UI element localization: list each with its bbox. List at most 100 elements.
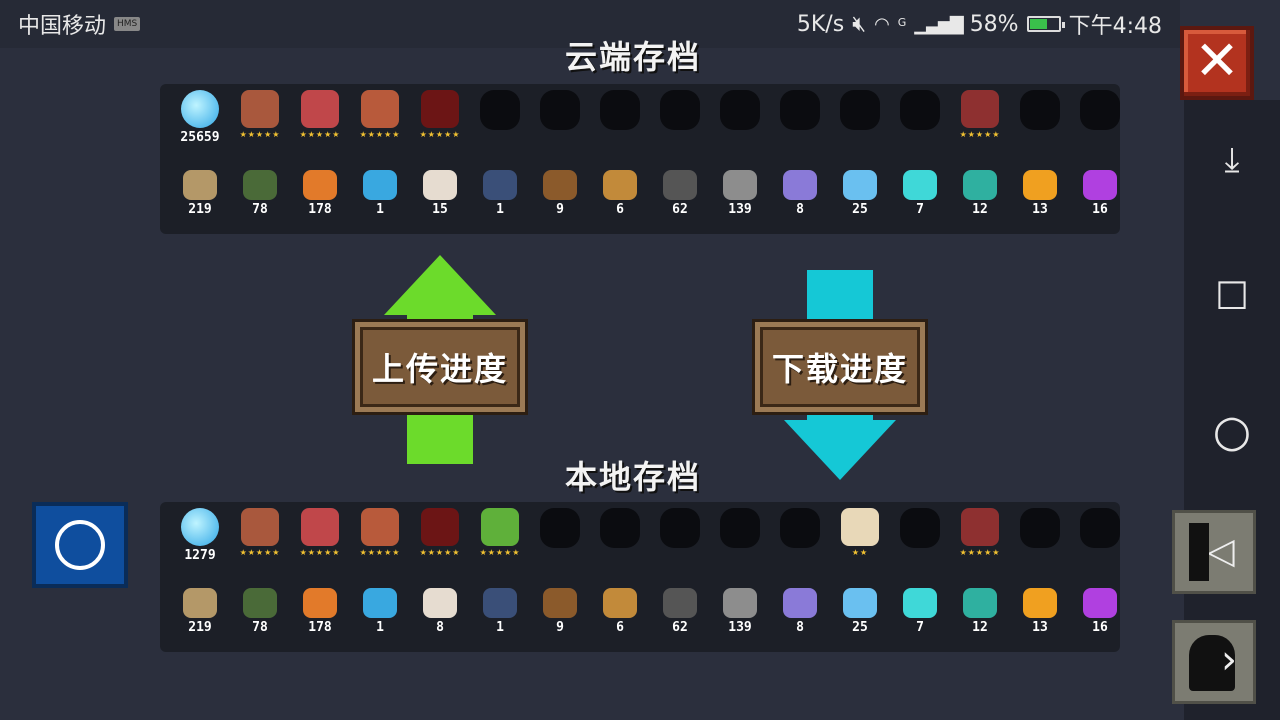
material-slot: 139 <box>710 168 770 228</box>
wizard-character-icon <box>361 508 399 546</box>
character-slot <box>650 506 710 566</box>
hms-badge: HMS <box>114 17 141 31</box>
material-slot: 139 <box>710 586 770 646</box>
material-slot: 16 <box>1070 586 1130 646</box>
material-slot: 8 <box>770 168 830 228</box>
side-pet-button[interactable]: › <box>1172 620 1256 704</box>
fabric-material-icon <box>423 588 457 618</box>
character-slot <box>890 506 950 566</box>
character-slot: ★★★★★ <box>410 88 470 148</box>
recent-apps-icon[interactable]: ☐ <box>1210 274 1254 318</box>
character-stars: ★★ <box>851 548 869 557</box>
material-count: 78 <box>252 620 268 635</box>
energy-orb-icon <box>363 588 397 618</box>
character-slot: ★★★★★ <box>950 506 1010 566</box>
material-count: 6 <box>616 620 624 635</box>
forward-icon[interactable]: › <box>1221 637 1237 683</box>
material-count: 139 <box>728 202 752 217</box>
cloud-save-title: 云端存档 <box>565 38 702 76</box>
material-slot: 13 <box>1010 586 1070 646</box>
violet-crystal-icon <box>1083 170 1117 200</box>
local-save-panel: 1279 ★★★★★ ★★★★★ ★★★★★ ★★★★★ ★★★★★ ★★ ★★★★★ 219… <box>160 502 1120 652</box>
character-slot <box>710 506 770 566</box>
material-slot: 78 <box>230 586 290 646</box>
close-button[interactable]: ✕ <box>1180 26 1254 100</box>
battery-percent: 58% <box>969 11 1019 37</box>
material-slot: 7 <box>890 168 950 228</box>
locked-character-icon <box>540 90 580 130</box>
material-slot: 15 <box>410 168 470 228</box>
locked-character-icon <box>1080 90 1120 130</box>
locked-character-icon <box>660 90 700 130</box>
character-stars: ★★★★★ <box>239 548 281 557</box>
wizard-character-icon <box>361 90 399 128</box>
material-count: 78 <box>252 202 268 217</box>
pull-down-icon[interactable]: ⤓ <box>1210 140 1254 180</box>
material-count: 62 <box>672 202 688 217</box>
locked-character-icon <box>720 508 760 548</box>
home-icon[interactable]: ○ <box>1210 406 1254 457</box>
material-slot: 78 <box>230 168 290 228</box>
local-save-icon-button[interactable] <box>32 502 128 588</box>
character-slot: ★★★★★ <box>290 88 350 148</box>
character-slot <box>710 88 770 148</box>
blue-crystal-icon <box>843 170 877 200</box>
feather-material-icon <box>603 588 637 618</box>
back-icon[interactable]: ◁ <box>1207 531 1235 572</box>
material-count: 219 <box>188 202 212 217</box>
locked-character-icon <box>720 90 760 130</box>
character-slot <box>770 88 830 148</box>
side-character-button[interactable]: ◁ <box>1172 510 1256 594</box>
material-slot: 219 <box>170 586 230 646</box>
download-progress-button[interactable]: 下载进度 <box>752 319 928 415</box>
local-character-row: 1279 ★★★★★ ★★★★★ ★★★★★ ★★★★★ ★★★★★ ★★ ★★★★★ <box>170 506 1130 566</box>
material-count: 13 <box>1032 202 1048 217</box>
mute-icon: 🔇︎ <box>852 11 867 37</box>
material-count: 139 <box>728 620 752 635</box>
upload-progress-button[interactable]: 上传进度 <box>352 319 528 415</box>
horn-material-icon <box>543 588 577 618</box>
material-count: 178 <box>308 620 332 635</box>
fabric-material-icon <box>423 170 457 200</box>
material-slot: 62 <box>650 168 710 228</box>
material-slot: 8 <box>410 586 470 646</box>
material-slot: 1 <box>350 586 410 646</box>
robot-character-icon <box>961 90 999 128</box>
material-count: 1 <box>376 202 384 217</box>
material-slot: 9 <box>530 586 590 646</box>
material-count: 8 <box>796 202 804 217</box>
local-material-row: 219 78 178 1 8 1 9 6 62 139 8 25 7 12 13 16 <box>170 586 1130 646</box>
signal-icon: ▁▃▅▇ <box>914 13 963 35</box>
material-count: 1 <box>496 202 504 217</box>
material-count: 12 <box>972 620 988 635</box>
material-count: 25 <box>852 620 868 635</box>
ore-material-icon <box>303 588 337 618</box>
character-slot: ★★★★★ <box>470 506 530 566</box>
battery-icon <box>1026 16 1065 32</box>
character-slot <box>590 88 650 148</box>
material-slot: 6 <box>590 586 650 646</box>
character-stars: ★★★★★ <box>959 130 1001 139</box>
locked-character-icon <box>600 508 640 548</box>
upload-arrow-stem-bottom <box>407 414 473 464</box>
character-stars: ★★★★★ <box>359 548 401 557</box>
locked-character-icon <box>1080 508 1120 548</box>
priest-character-icon <box>841 508 879 546</box>
character-silhouette-icon <box>1189 523 1209 581</box>
compass-material-icon <box>483 170 517 200</box>
material-slot: 13 <box>1010 168 1070 228</box>
material-slot: 12 <box>950 586 1010 646</box>
material-count: 16 <box>1092 620 1108 635</box>
character-stars: ★★★★★ <box>239 130 281 139</box>
rogue-character-icon <box>301 508 339 546</box>
locked-character-icon <box>900 508 940 548</box>
material-slot: 25 <box>830 168 890 228</box>
horn-material-icon <box>543 170 577 200</box>
material-count: 7 <box>916 202 924 217</box>
material-slot: 1 <box>470 586 530 646</box>
material-slot: 6 <box>590 168 650 228</box>
character-stars: ★★★★★ <box>419 548 461 557</box>
purple-crystal-icon <box>783 170 817 200</box>
cloud-save-panel: 25659 ★★★★★ ★★★★★ ★★★★★ ★★★★★ ★★★★★ 219 78 178 1… <box>160 84 1120 234</box>
material-count: 8 <box>436 620 444 635</box>
